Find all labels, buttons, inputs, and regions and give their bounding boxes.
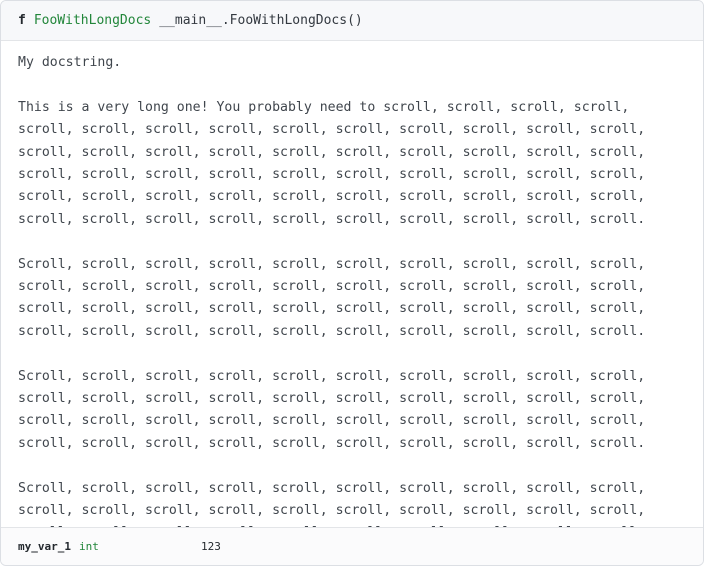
docstring-line: scroll, scroll, scroll, scroll, scroll, …	[18, 122, 646, 138]
docstring-line: scroll, scroll, scroll, scroll, scroll, …	[18, 144, 646, 160]
docstring-line: scroll, scroll, scroll, scroll, scroll, …	[18, 279, 646, 295]
docstring-line: scroll, scroll, scroll, scroll, scroll, …	[18, 391, 646, 407]
docstring-line: scroll, scroll, scroll, scroll, scroll, …	[18, 413, 646, 429]
docstring-line: scroll, scroll, scroll, scroll, scroll, …	[18, 323, 646, 339]
docstring-paragraph: Scroll, scroll, scroll, scroll, scroll, …	[18, 366, 686, 456]
docstring-line: This is a very long one! You probably ne…	[18, 99, 630, 115]
docstring-line: scroll, scroll, scroll, scroll, scroll, …	[18, 435, 646, 451]
docstring-line: scroll, scroll, scroll, scroll, scroll, …	[18, 503, 646, 519]
function-qualified-name: __main__.FooWithLongDocs()	[159, 13, 363, 28]
docstring-line: Scroll, scroll, scroll, scroll, scroll, …	[18, 256, 646, 272]
variable-row: my_var_1 int 123	[1, 527, 703, 565]
docstring-line: scroll, scroll, scroll, scroll, scroll, …	[18, 167, 646, 183]
docstring-line: scroll, scroll, scroll, scroll, scroll, …	[18, 301, 646, 317]
docstring-paragraph: Scroll, scroll, scroll, scroll, scroll, …	[18, 254, 686, 344]
function-doc-panel: f FooWithLongDocs __main__.FooWithLongDo…	[0, 0, 704, 566]
docstring-line: scroll, scroll, scroll, scroll, scroll, …	[18, 189, 646, 205]
docstring-paragraph: This is a very long one! You probably ne…	[18, 97, 686, 231]
docstring-line: My docstring.	[18, 55, 122, 70]
function-signature-header: f FooWithLongDocs __main__.FooWithLongDo…	[1, 1, 703, 41]
variable-type: int	[78, 540, 99, 553]
docstring-paragraph: My docstring.	[18, 52, 686, 74]
variable-name: my_var_1	[18, 540, 71, 553]
function-kind-badge: f	[18, 13, 26, 28]
docstring-scroll-area[interactable]: My docstring. This is a very long one! Yo…	[1, 41, 703, 528]
function-name: FooWithLongDocs	[33, 13, 152, 28]
docstring-line: Scroll, scroll, scroll, scroll, scroll, …	[18, 480, 646, 496]
variable-value: 123	[200, 540, 221, 553]
docstring-paragraph: Scroll, scroll, scroll, scroll, scroll, …	[18, 478, 686, 528]
docstring-line: scroll, scroll, scroll, scroll, scroll, …	[18, 211, 646, 227]
docstring-line: Scroll, scroll, scroll, scroll, scroll, …	[18, 368, 646, 384]
